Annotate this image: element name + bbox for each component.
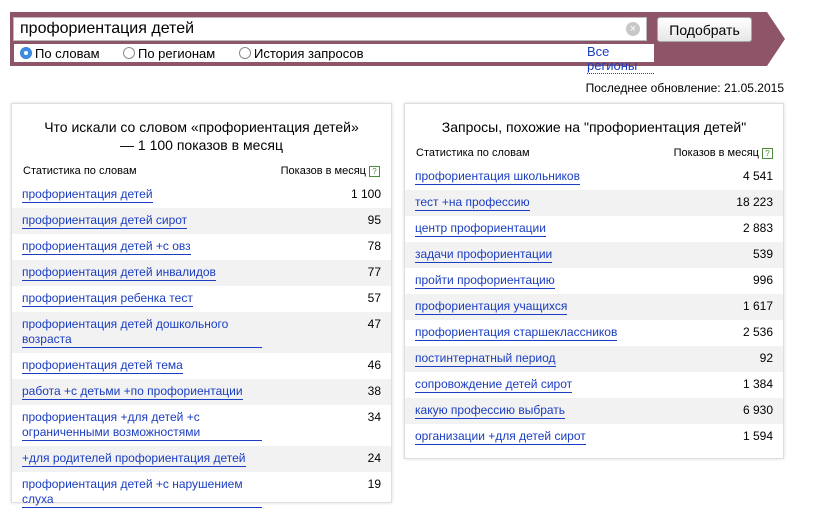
query-count: 95 xyxy=(367,213,381,227)
query-count: 77 xyxy=(367,265,381,279)
radio-icon xyxy=(239,47,251,59)
query-link[interactable]: постинтернатный период xyxy=(415,351,556,367)
help-icon[interactable]: ? xyxy=(369,165,380,177)
table-row: профориентация детей инвалидов 77 xyxy=(12,260,391,286)
table-row: профориентация ребенка тест 57 xyxy=(12,286,391,312)
mode-radio-words[interactable]: По словам xyxy=(20,44,100,62)
query-link[interactable]: задачи профориентации xyxy=(415,247,553,263)
query-link[interactable]: тест +на профессию xyxy=(415,195,530,211)
table-row: профориентация школьников 4 541 xyxy=(405,164,783,190)
table-row: +для родителей профориентация детей 24 xyxy=(12,446,391,472)
query-link[interactable]: профориентация детей дошкольного возраст… xyxy=(22,317,262,348)
query-count: 38 xyxy=(367,384,381,398)
similar-queries-table: профориентация школьников 4 541 тест +на п… xyxy=(405,164,783,450)
query-link[interactable]: профориентация +для детей +с ограниченны… xyxy=(22,410,262,441)
query-link[interactable]: профориентация детей тема xyxy=(22,358,183,374)
table-row: пройти профориентацию 996 xyxy=(405,268,783,294)
query-link[interactable]: пройти профориентацию xyxy=(415,273,555,289)
query-count: 92 xyxy=(759,351,773,365)
query-count: 2 536 xyxy=(742,325,773,339)
submit-button[interactable]: Подобрать xyxy=(657,17,752,42)
table-row: центр профориентации 2 883 xyxy=(405,216,783,242)
query-link[interactable]: профориентация детей инвалидов xyxy=(22,265,216,281)
query-count: 57 xyxy=(367,291,381,305)
query-count: 47 xyxy=(367,317,381,331)
query-link[interactable]: профориентация школьников xyxy=(415,169,580,185)
mode-radio-regions[interactable]: По регионам xyxy=(123,44,215,62)
table-row: профориентация детей +с овз 78 xyxy=(12,234,391,260)
query-count: 1 594 xyxy=(742,429,773,443)
search-mode-bar: По словам По регионам История запросов В… xyxy=(14,44,654,74)
similar-queries-panel: Запросы, похожие на "профориентация дете… xyxy=(404,103,784,459)
query-count: 18 223 xyxy=(736,195,773,209)
radio-checked-icon xyxy=(20,47,32,59)
query-link[interactable]: профориентация детей +с овз xyxy=(22,239,191,255)
mode-label-regions: По регионам xyxy=(138,45,216,61)
table-header: Статистика по словам Показов в месяц? xyxy=(12,164,391,178)
query-link[interactable]: организации +для детей сирот xyxy=(415,429,586,445)
query-count: 996 xyxy=(752,273,773,287)
words-stats-panel: Что искали со словом «профориентация дет… xyxy=(11,103,392,508)
query-link[interactable]: профориентация учащихся xyxy=(415,299,568,315)
table-row: организации +для детей сирот 1 594 xyxy=(405,424,783,450)
column-header-count: Показов в месяц? xyxy=(674,147,773,159)
table-row: какую профессию выбрать 6 930 xyxy=(405,398,783,424)
column-header-phrase: Статистика по словам xyxy=(416,147,530,159)
column-header-phrase: Статистика по словам xyxy=(23,165,137,177)
table-row: профориентация +для детей +с ограниченны… xyxy=(12,405,391,446)
panel-title: Запросы, похожие на "профориентация дете… xyxy=(441,119,747,135)
query-count: 6 930 xyxy=(742,403,773,417)
query-link[interactable]: +для родителей профориентация детей xyxy=(22,451,246,467)
panel-title: Что искали со словом «профориентация дет… xyxy=(44,119,359,153)
query-count: 19 xyxy=(367,477,381,491)
query-count: 4 541 xyxy=(742,169,773,183)
mode-label-history: История запросов xyxy=(254,45,364,61)
words-table: профориентация детей 1 100 профориентация … xyxy=(12,182,391,513)
all-regions-link[interactable]: Все регионы xyxy=(587,45,654,74)
table-row: постинтернатный период 92 xyxy=(405,346,783,372)
clear-icon[interactable]: × xyxy=(626,22,640,36)
table-row: профориентация старшеклассников 2 536 xyxy=(405,320,783,346)
query-count: 34 xyxy=(367,410,381,424)
last-update-text: Последнее обновление: 21.05.2015 xyxy=(585,81,784,95)
query-count: 78 xyxy=(367,239,381,253)
query-link[interactable]: профориентация старшеклассников xyxy=(415,325,618,341)
query-count: 2 883 xyxy=(742,221,773,235)
query-link[interactable]: центр профориентации xyxy=(415,221,546,237)
query-count: 1 100 xyxy=(350,187,381,201)
mode-radio-history[interactable]: История запросов xyxy=(239,44,364,62)
query-link[interactable]: профориентация детей xyxy=(22,187,153,203)
table-row: работа +с детьми +по профориентации 38 xyxy=(12,379,391,405)
column-header-count: Показов в месяц? xyxy=(281,165,380,177)
query-count: 46 xyxy=(367,358,381,372)
help-icon[interactable]: ? xyxy=(762,147,773,159)
query-link[interactable]: сопровождение детей сирот xyxy=(415,377,573,393)
query-link[interactable]: профориентация ребенка тест xyxy=(22,291,193,307)
table-row: профориентация детей +с нарушением слуха… xyxy=(12,472,391,513)
query-count: 1 617 xyxy=(742,299,773,313)
query-link[interactable]: профориентация детей сирот xyxy=(22,213,188,229)
table-row: профориентация детей дошкольного возраст… xyxy=(12,312,391,353)
query-count: 539 xyxy=(752,247,773,261)
search-band-arrow xyxy=(767,12,785,66)
query-link[interactable]: какую профессию выбрать xyxy=(415,403,566,419)
table-row: задачи профориентации 539 xyxy=(405,242,783,268)
table-row: профориентация детей 1 100 xyxy=(12,182,391,208)
query-count: 24 xyxy=(367,451,381,465)
table-row: профориентация детей сирот 95 xyxy=(12,208,391,234)
radio-icon xyxy=(123,47,135,59)
table-header: Статистика по словам Показов в месяц? xyxy=(405,146,783,160)
table-row: тест +на профессию 18 223 xyxy=(405,190,783,216)
mode-label-words: По словам xyxy=(35,45,100,61)
table-row: сопровождение детей сирот 1 384 xyxy=(405,372,783,398)
query-link[interactable]: работа +с детьми +по профориентации xyxy=(22,384,243,400)
search-input[interactable] xyxy=(13,17,647,41)
query-count: 1 384 xyxy=(742,377,773,391)
table-row: профориентация учащихся 1 617 xyxy=(405,294,783,320)
table-row: профориентация детей тема 46 xyxy=(12,353,391,379)
query-link[interactable]: профориентация детей +с нарушением слуха xyxy=(22,477,262,508)
